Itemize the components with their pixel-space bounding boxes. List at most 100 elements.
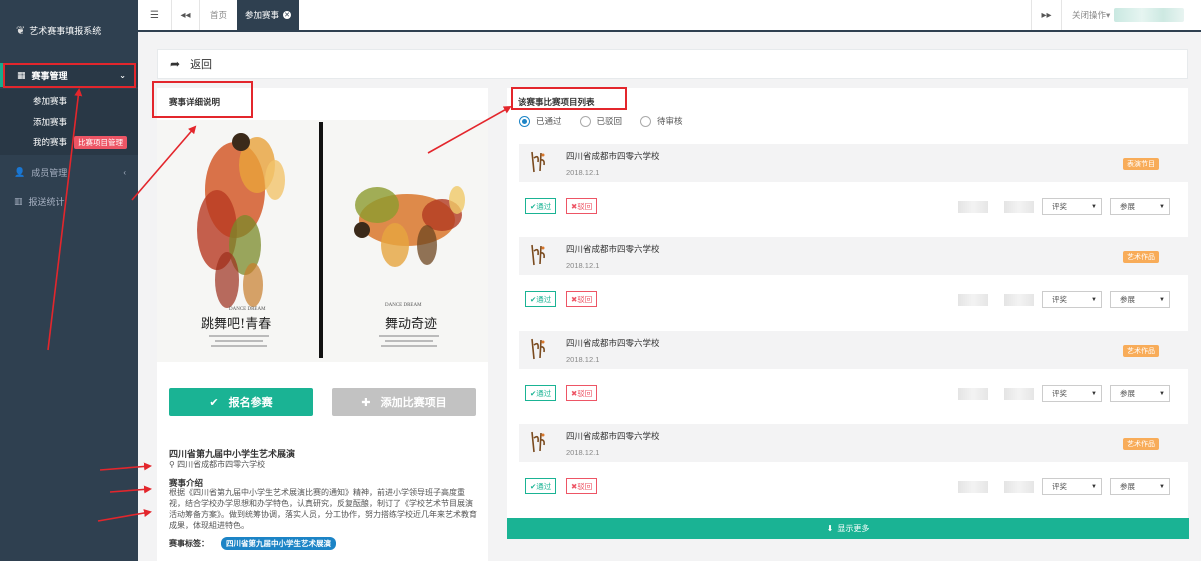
nav-label: 报送统计 <box>28 197 65 207</box>
award-select[interactable]: 评奖 ▼ <box>1042 198 1102 215</box>
filter-approved[interactable]: 已通过 <box>519 115 562 127</box>
arrow-down-icon: ⬇ <box>826 524 834 533</box>
button-label: 通过 <box>536 294 552 304</box>
redacted-field <box>1004 294 1034 306</box>
button-label: 添加比赛项目 <box>380 397 447 409</box>
button-label: 驳回 <box>577 388 593 398</box>
subnav-item-add[interactable]: 添加赛事 <box>33 116 67 128</box>
button-label: 驳回 <box>577 201 593 211</box>
project-item-header: 四川省成都市四零六学校 2018.12.1 艺术作品 <box>519 237 1189 275</box>
caret-down-icon: ▼ <box>1091 203 1097 210</box>
filter-label: 已驳回 <box>596 116 623 126</box>
redacted-field <box>958 388 988 400</box>
dance-logo-icon <box>531 244 545 266</box>
signup-button[interactable]: ✔ 报名参赛 <box>169 388 313 416</box>
tab-join-event[interactable]: 参加赛事 ✕ <box>237 0 300 30</box>
svg-text:DANCE DREAM: DANCE DREAM <box>229 307 266 312</box>
caret-down-icon: ▼ <box>1159 203 1165 210</box>
dance-logo-icon <box>531 338 545 360</box>
reject-button[interactable]: ✖ 驳回 <box>566 385 598 401</box>
approve-button[interactable]: ✔ 通过 <box>525 385 557 401</box>
tab-scroll-right-icon[interactable]: ▸▸ <box>1031 0 1061 30</box>
nav-label: 成员管理 <box>31 168 68 178</box>
project-date: 2018.12.1 <box>566 168 600 177</box>
close-icon[interactable]: ✕ <box>283 11 292 19</box>
button-label: 报名参赛 <box>228 397 273 409</box>
project-school: 四川省成都市四零六学校 <box>566 151 660 161</box>
wheat-icon: ❦ <box>16 25 26 37</box>
filter-label: 待审核 <box>657 116 683 126</box>
project-item: 四川省成都市四零六学校 2018.12.1 艺术作品 ✔ 通过 ✖ 驳回 评奖 ▼ 参… <box>507 331 1189 417</box>
radio-icon <box>579 115 591 127</box>
show-more-button[interactable]: ⬇ 显示更多 <box>507 518 1189 539</box>
reject-button[interactable]: ✖ 驳回 <box>566 478 598 494</box>
svg-text:DANCE DREAM: DANCE DREAM <box>385 303 422 308</box>
approve-button[interactable]: ✔ 通过 <box>525 291 557 307</box>
menu-toggle-icon[interactable]: ☰ <box>138 0 172 30</box>
intro-text: 根据《四川省第九届中小学生艺术展演比赛的通知》精神，前进小学领导班子高度重视，结… <box>169 488 477 530</box>
subnav-item-join[interactable]: 参加赛事 <box>33 95 67 107</box>
event-poster: DANCE DREAM DANCE DREAM 跳舞吧!青春 舞动奇迹 <box>157 120 488 362</box>
project-date: 2018.12.1 <box>566 261 600 270</box>
app-logo: ❦ 艺术赛事填报系统 <box>16 24 101 37</box>
chevron-left-icon: ‹ <box>123 168 126 177</box>
add-project-button[interactable]: ✚ 添加比赛项目 <box>332 388 476 416</box>
button-label: 驳回 <box>577 481 593 491</box>
button-label: 驳回 <box>577 294 593 304</box>
filter-label: 已通过 <box>536 116 562 126</box>
poster-image: DANCE DREAM DANCE DREAM 跳舞吧!青春 舞动奇迹 <box>157 120 488 362</box>
nav-item-members[interactable]: 👤 成员管理 ‹ <box>14 166 126 179</box>
reject-button[interactable]: ✖ 驳回 <box>566 291 598 307</box>
tab-label: 首页 <box>210 10 228 20</box>
project-item: 四川省成都市四零六学校 2018.12.1 表演节目 ✔ 通过 ✖ 驳回 评奖 ▼ 参… <box>507 144 1189 230</box>
back-bar[interactable]: ➦ 返回 <box>157 49 1188 79</box>
project-date: 2018.12.1 <box>566 355 600 364</box>
project-school: 四川省成都市四零六学校 <box>566 431 660 441</box>
close-operations-dropdown[interactable]: 关闭操作 ▾ <box>1061 0 1201 30</box>
award-select[interactable]: 评奖 ▼ <box>1042 478 1102 495</box>
award-select[interactable]: 评奖 ▼ <box>1042 385 1102 402</box>
nav-item-stats[interactable]: ▥ 报送统计 <box>14 195 126 208</box>
project-item-header: 四川省成都市四零六学校 2018.12.1 艺术作品 <box>519 424 1189 462</box>
button-label: 通过 <box>536 481 552 491</box>
tab-label: 参加赛事 <box>245 10 280 20</box>
award-select[interactable]: 评奖 ▼ <box>1042 291 1102 308</box>
filter-pending[interactable]: 待审核 <box>640 115 683 127</box>
map-pin-icon: ⚲ <box>169 460 175 469</box>
plus-icon: ✚ <box>361 396 371 409</box>
select-value: 参展 <box>1120 295 1135 304</box>
approve-button[interactable]: ✔ 通过 <box>525 478 557 494</box>
project-school: 四川省成都市四零六学校 <box>566 338 660 348</box>
exhibit-select[interactable]: 参展 ▼ <box>1110 478 1170 495</box>
annotation-box <box>3 63 136 88</box>
redacted-field <box>958 294 988 306</box>
filter-rejected[interactable]: 已驳回 <box>579 115 623 127</box>
select-value: 评奖 <box>1052 482 1067 491</box>
exhibit-select[interactable]: 参展 ▼ <box>1110 385 1170 402</box>
caret-down-icon: ▼ <box>1159 390 1165 397</box>
radio-icon <box>640 115 652 127</box>
user-avatar <box>1114 8 1185 22</box>
redacted-field <box>958 481 988 493</box>
redacted-field <box>1004 201 1034 213</box>
reject-button[interactable]: ✖ 驳回 <box>566 198 598 214</box>
button-label: 显示更多 <box>837 524 870 533</box>
exhibit-select[interactable]: 参展 ▼ <box>1110 198 1170 215</box>
caret-down-icon: ▼ <box>1091 483 1097 490</box>
event-tags: 赛事标签： 四川省第九届中小学生艺术展演 <box>169 537 336 550</box>
approve-button[interactable]: ✔ 通过 <box>525 198 557 214</box>
project-management-badge[interactable]: 比赛项目管理 <box>74 136 127 149</box>
select-value: 评奖 <box>1052 389 1067 398</box>
bar-chart-icon: ▥ <box>14 196 23 206</box>
caret-down-icon: ▼ <box>1091 390 1097 397</box>
tab-scroll-left-icon[interactable]: ◂◂ <box>172 0 200 30</box>
event-tag[interactable]: 四川省第九届中小学生艺术展演 <box>221 537 336 550</box>
select-value: 评奖 <box>1052 202 1067 211</box>
tab-home[interactable]: 首页 <box>202 0 235 30</box>
exhibit-select[interactable]: 参展 ▼ <box>1110 291 1170 308</box>
annotation-box <box>152 81 253 118</box>
select-value: 参展 <box>1120 482 1135 491</box>
subnav-item-mine[interactable]: 我的赛事 <box>33 136 67 148</box>
redacted-field <box>1004 388 1034 400</box>
project-list-panel: 该赛事比赛项目列表 已通过 已驳回 待审核 四川省成都市四零六学校 2018.1… <box>507 88 1189 520</box>
